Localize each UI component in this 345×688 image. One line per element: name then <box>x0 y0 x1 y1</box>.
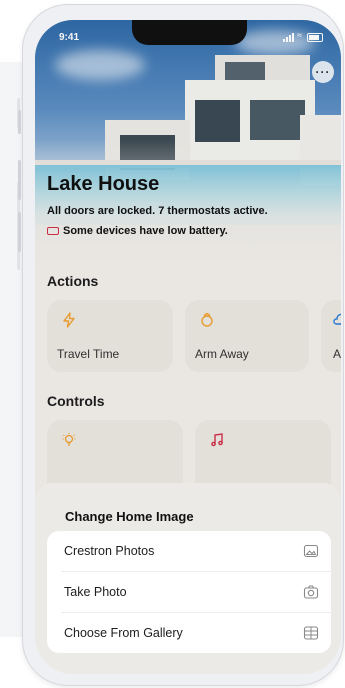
grid-icon <box>303 626 319 640</box>
option-choose-from-gallery[interactable]: Choose From Gallery <box>47 613 331 653</box>
change-home-image-sheet: Change Home Image Crestron Photos Take P… <box>35 483 341 674</box>
mute-switch <box>18 110 21 134</box>
volume-down-button <box>18 212 21 252</box>
option-crestron-photos[interactable]: Crestron Photos <box>47 531 331 571</box>
app-screen: 9:41 ≈ ··· Lake House All doors are lock… <box>35 20 341 674</box>
camera-icon <box>303 585 319 599</box>
sheet-options-list: Crestron Photos Take Photo Choose From G… <box>47 531 331 653</box>
sheet-title: Change Home Image <box>65 509 194 524</box>
option-label: Crestron Photos <box>64 544 155 558</box>
image-icon <box>303 544 319 558</box>
option-label: Take Photo <box>64 585 127 599</box>
option-take-photo[interactable]: Take Photo <box>47 572 331 612</box>
volume-up-button <box>18 160 21 200</box>
option-label: Choose From Gallery <box>64 626 183 640</box>
